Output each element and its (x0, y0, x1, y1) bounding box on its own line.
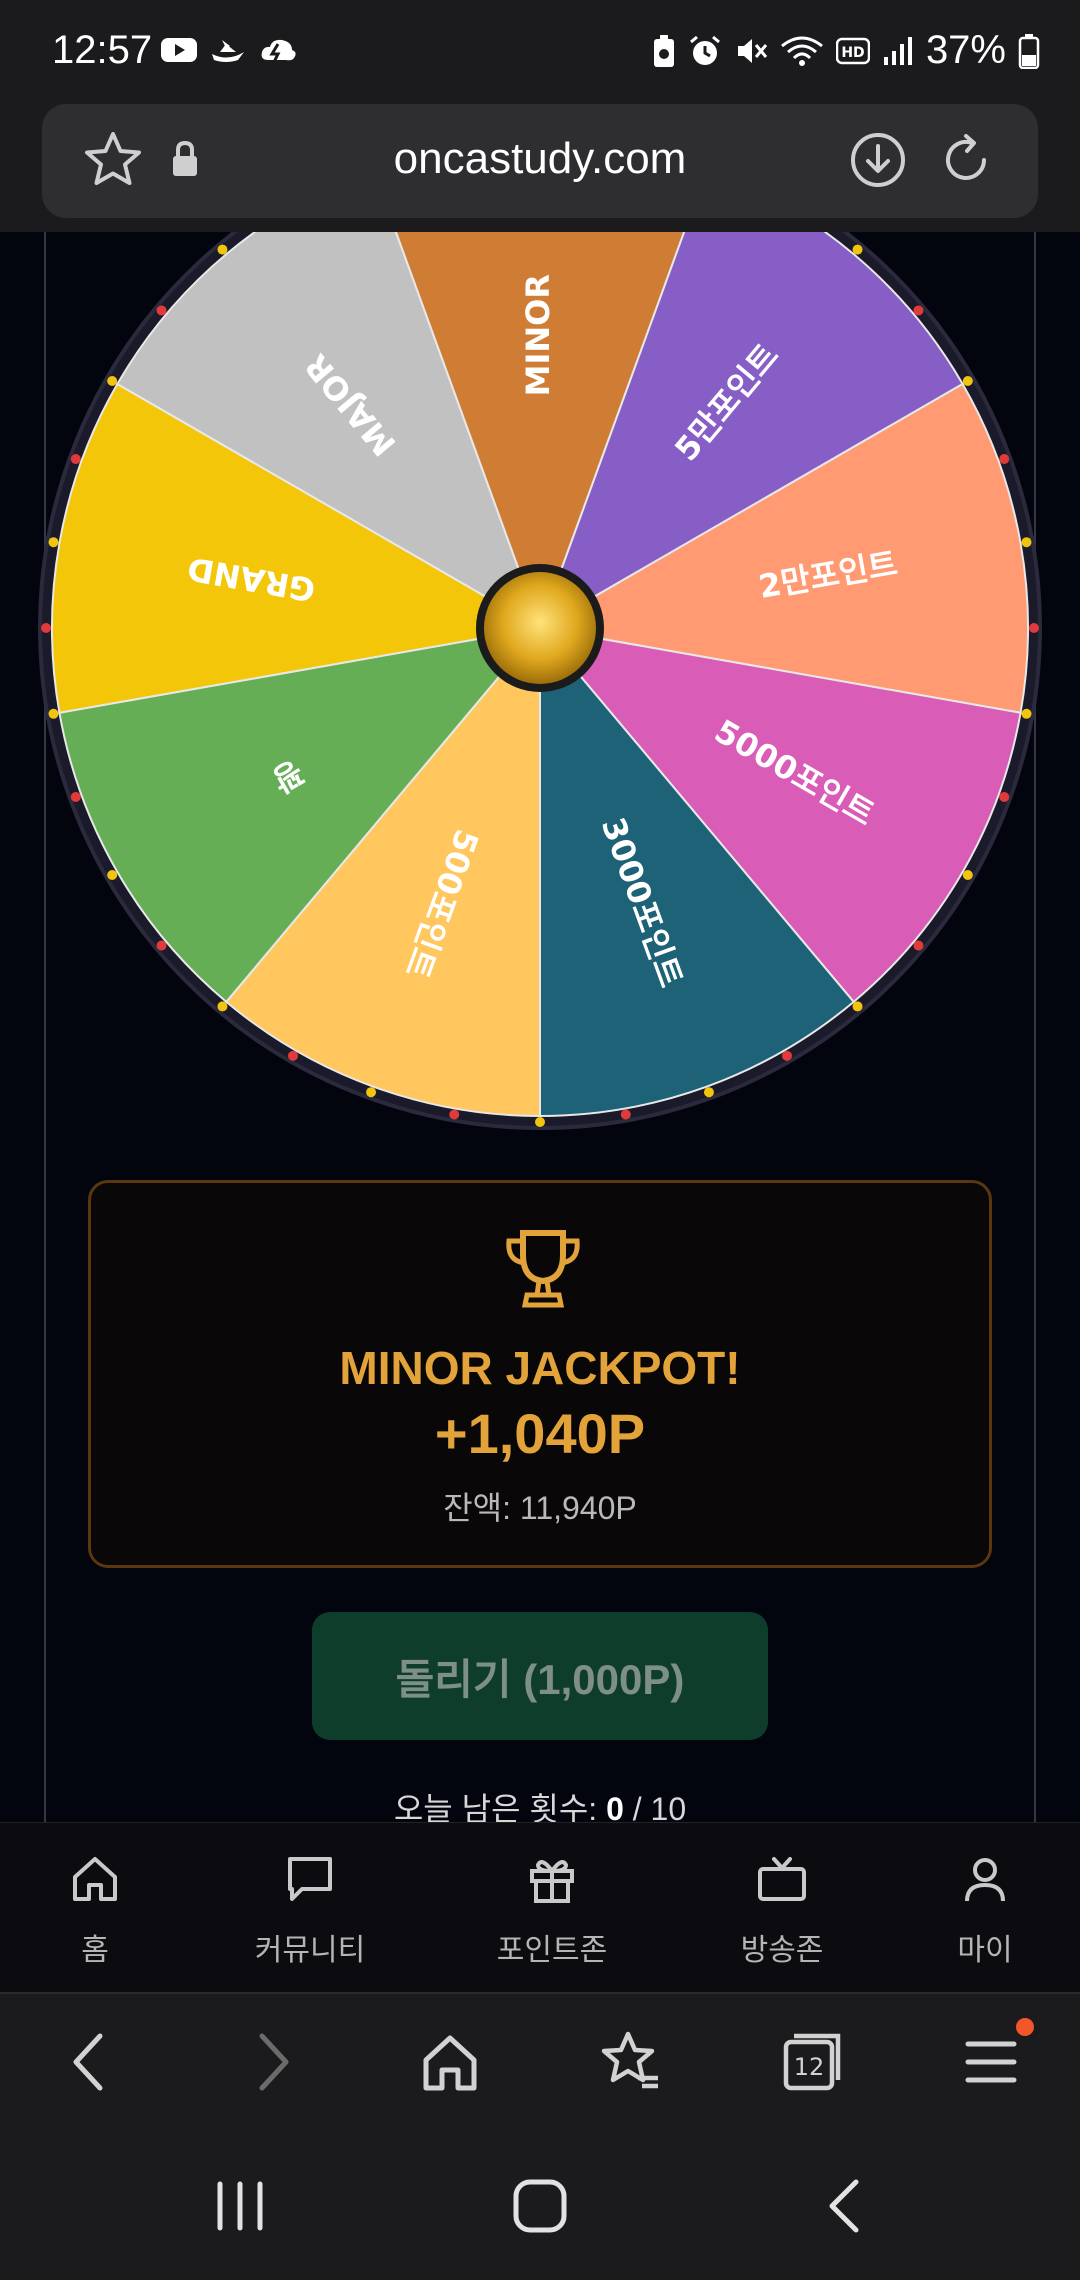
prize-wheel-area: MINOR 5만포인트 2만포인트 5000포인트 3000포인트 500포인트 꽝 GRAN… (0, 232, 1080, 1132)
battery-saver-icon (653, 34, 674, 67)
battery-percent: 37% (925, 28, 1006, 72)
nav-label-broadcast: 방송존 (740, 1934, 824, 1967)
system-navigation-bar (0, 2132, 1080, 2280)
spin-button[interactable]: 돌리기 (1,000P) (312, 1612, 768, 1740)
hd-icon: HD (835, 37, 870, 64)
nav-item-my[interactable]: 마이 (905, 1853, 1065, 1969)
wheel-rim-light (703, 1087, 714, 1098)
chat-icon (288, 1857, 332, 1901)
tv-icon (758, 1857, 806, 1901)
address-bar[interactable]: oncastudy.com (42, 104, 1038, 218)
battery-icon (1018, 33, 1040, 69)
recent-apps-icon[interactable] (214, 2178, 266, 2234)
reload-icon[interactable] (936, 130, 996, 190)
nav-label-home: 홈 (81, 1934, 109, 1967)
mute-icon (737, 38, 768, 63)
boat-icon (212, 40, 244, 62)
browser-home-icon[interactable] (418, 2030, 482, 2094)
wheel-rim-light (217, 1001, 228, 1012)
wheel-segment-label: MINOR (519, 274, 557, 396)
status-time: 12:57 (52, 28, 153, 72)
wheel-rim-light (366, 1087, 377, 1098)
cloud-icon (261, 39, 296, 63)
wheel-rim-light (217, 244, 228, 255)
status-bar: 12:57 HD 37% (0, 0, 1080, 104)
wheel-rim-light (48, 537, 59, 548)
tabs-icon[interactable]: 12 (780, 2030, 844, 2094)
system-back-icon[interactable] (824, 2178, 864, 2234)
wheel-rim-light (70, 454, 81, 465)
wheel-rim-light (1021, 537, 1032, 548)
wheel-rim-light (107, 376, 118, 386)
browser-address-area: oncastudy.com (0, 104, 1080, 232)
nav-label-my: 마이 (957, 1934, 1013, 1967)
remaining-used: 0 (606, 1791, 624, 1822)
wheel-rim-light (156, 305, 167, 316)
alarm-icon (689, 35, 720, 65)
nav-label-community: 커뮤니티 (254, 1934, 366, 1967)
wheel-rim-light (535, 1117, 545, 1127)
wheel-rim-light (288, 1050, 298, 1061)
home-icon (73, 1857, 117, 1901)
page-content: MINOR 5만포인트 2만포인트 5000포인트 3000포인트 500포인트 꽝 GRAN… (0, 232, 1080, 1822)
menu-notification-dot (1016, 2018, 1034, 2036)
wheel-hub (484, 572, 596, 684)
wheel-rim-light (1029, 623, 1039, 633)
nav-item-community[interactable]: 커뮤니티 (230, 1853, 390, 1969)
remaining-spins: 오늘 남은 횟수: 0 / 10 (0, 1784, 1080, 1822)
system-home-icon[interactable] (512, 2178, 568, 2234)
status-notification-icons (160, 34, 298, 66)
wheel-rim-light (852, 244, 863, 255)
download-icon[interactable] (848, 130, 908, 190)
wheel-rim-light (107, 870, 118, 880)
wheel-rim-light (962, 376, 973, 386)
remaining-prefix: 오늘 남은 횟수: (393, 1791, 607, 1822)
wheel-rim-light (1021, 708, 1032, 719)
remaining-suffix: / 10 (623, 1791, 687, 1822)
signal-icon (883, 36, 912, 65)
wheel-rim-light (449, 1109, 460, 1120)
nav-label-pointzone: 포인트존 (496, 1934, 608, 1967)
menu-icon[interactable] (964, 2030, 1018, 2094)
youtube-icon (161, 38, 197, 62)
user-icon (965, 1858, 1005, 1902)
forward-icon[interactable] (248, 2030, 298, 2094)
nav-item-home[interactable]: 홈 (15, 1853, 175, 1969)
wheel-rim-light (999, 454, 1010, 465)
nav-item-broadcast[interactable]: 방송존 (702, 1853, 862, 1969)
wheel-rim-light (852, 1001, 863, 1012)
wheel-rim-light (782, 1050, 792, 1061)
wheel-rim-light (156, 940, 167, 951)
result-balance: 잔액: 11,940P (443, 1490, 637, 1526)
wheel-rim-light (913, 305, 924, 316)
prize-wheel[interactable]: MINOR5만포인트2만포인트5000포인트3000포인트500포인트꽝GRAN… (0, 232, 1080, 1132)
result-title: MINOR JACKPOT! (339, 1342, 741, 1394)
wheel-rim-light (41, 623, 51, 633)
wheel-rim-light (913, 940, 924, 951)
browser-toolbar: 12 (0, 1992, 1080, 2132)
wheel-rim-light (999, 791, 1010, 802)
site-bottom-nav: 홈 커뮤니티 포인트존 방송존 마이 (0, 1822, 1080, 1992)
bookmarks-icon[interactable] (598, 2030, 662, 2094)
gift-icon (530, 1860, 574, 1903)
nav-item-pointzone[interactable]: 포인트존 (472, 1853, 632, 1969)
status-system-icons: HD 37% (652, 28, 1040, 73)
wheel-rim-light (620, 1109, 631, 1120)
result-points: +1,040P (434, 1402, 646, 1465)
wheel-rim-light (962, 870, 973, 880)
tab-count: 12 (794, 2053, 825, 2081)
wheel-rim-light (70, 791, 81, 802)
trophy-icon (506, 1230, 580, 1308)
back-icon[interactable] (64, 2030, 114, 2094)
result-card: MINOR JACKPOT! +1,040P 잔액: 11,940P (88, 1180, 992, 1568)
svg-text:HD: HD (841, 45, 864, 61)
wheel-rim-light (48, 708, 59, 719)
wifi-icon (781, 36, 823, 66)
